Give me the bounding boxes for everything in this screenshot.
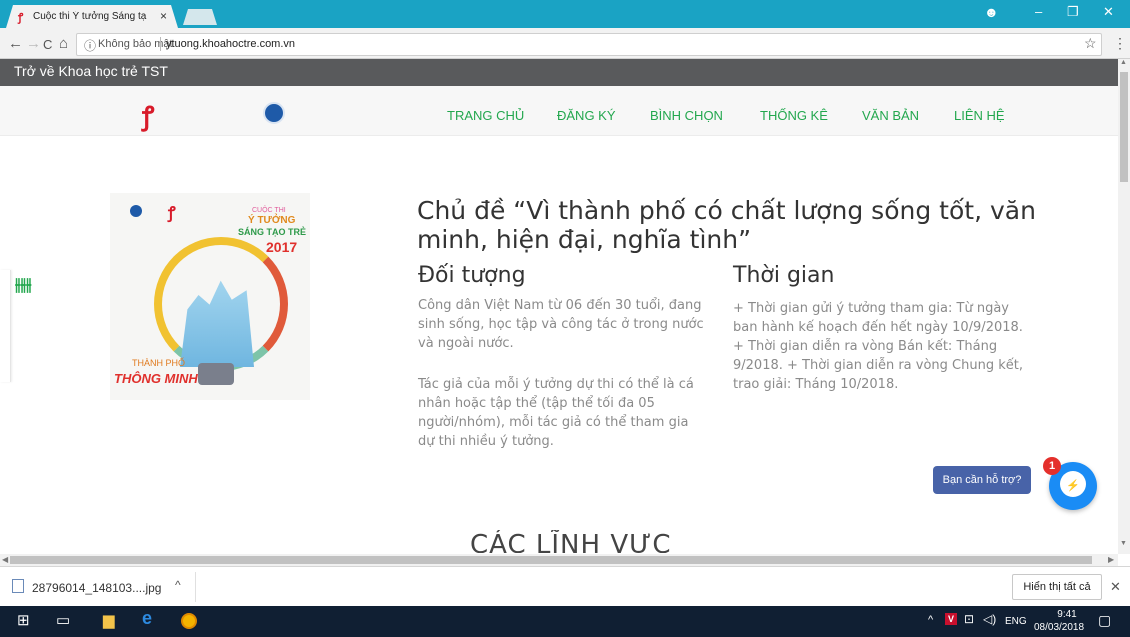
side-panel-tab[interactable] <box>0 270 11 382</box>
time-heading: Thời gian <box>733 263 835 288</box>
security-label[interactable]: Không bảo mật <box>98 38 173 50</box>
action-center-icon[interactable]: ▢ <box>1098 612 1111 629</box>
scroll-right-arrow-icon[interactable]: ▶ <box>1108 555 1114 564</box>
restore-button[interactable]: ❐ <box>1067 4 1079 20</box>
show-all-downloads-button[interactable]: Hiển thị tất cả <box>1012 574 1102 600</box>
task-view-icon[interactable]: ▭ <box>56 611 70 629</box>
home-button[interactable]: ⌂ <box>59 35 68 52</box>
download-divider <box>195 572 196 602</box>
help-button[interactable]: Bạn cần hỗ trợ? <box>933 466 1031 494</box>
forward-button[interactable]: → <box>26 35 41 52</box>
horizontal-scroll-thumb[interactable] <box>10 556 1092 564</box>
poster-city-label: THÀNH PHỐ <box>132 358 186 368</box>
youth-union-logo[interactable] <box>263 102 285 124</box>
tab-close-icon[interactable]: × <box>160 9 167 23</box>
language-indicator[interactable]: ENG <box>1005 616 1027 627</box>
time-description: + Thời gian gửi ý tưởng tham gia: Từ ngà… <box>733 301 1023 392</box>
nav-vote[interactable]: BÌNH CHỌN <box>650 108 723 123</box>
vertical-scroll-thumb[interactable] <box>1120 72 1128 182</box>
tab-favicon-icon: ꝭ <box>18 12 24 24</box>
nav-contact[interactable]: LIÊN HỆ <box>954 108 1005 123</box>
close-download-shelf-icon[interactable]: ✕ <box>1110 579 1121 595</box>
download-shelf <box>0 566 1130 607</box>
windows-taskbar <box>0 606 1130 637</box>
messenger-bolt-icon: ⚡ <box>1066 480 1080 492</box>
nav-statistics[interactable]: THỐNG KÊ <box>760 108 828 123</box>
nav-documents[interactable]: VĂN BẢN <box>862 108 919 123</box>
profile-icon[interactable]: ☻ <box>984 4 999 20</box>
file-explorer-icon[interactable]: ▆ <box>103 611 115 629</box>
address-divider <box>160 37 161 51</box>
start-icon[interactable]: ⊞ <box>17 611 30 629</box>
poster-tst-logo: ꝭ <box>168 205 176 222</box>
download-options-icon[interactable]: ^ <box>175 578 181 592</box>
image-file-icon[interactable] <box>12 579 24 593</box>
clock-time[interactable]: 9:41 <box>1050 609 1084 620</box>
edge-icon[interactable]: e <box>142 608 152 629</box>
contest-poster: ꝭ CUỘC THI Ý TƯỞNG SÁNG TẠO TRẺ 2017 THÀ… <box>110 193 310 400</box>
scroll-up-arrow-icon[interactable]: ▲ <box>1120 59 1127 66</box>
scroll-left-arrow-icon[interactable]: ◀ <box>2 555 8 564</box>
poster-creative-text: SÁNG TẠO TRẺ <box>238 227 307 237</box>
back-button[interactable]: ← <box>8 35 23 52</box>
chrome-icon[interactable] <box>181 613 197 629</box>
minimize-button[interactable]: – <box>1035 4 1042 19</box>
close-window-button[interactable]: ✕ <box>1103 4 1114 20</box>
poster-idea-text: Ý TƯỞNG <box>248 215 296 226</box>
tray-overflow-icon[interactable]: ^ <box>928 614 933 626</box>
reload-button[interactable]: C <box>43 37 52 52</box>
bookmark-star-icon[interactable]: ☆ <box>1084 35 1097 52</box>
notification-badge: 1 <box>1043 457 1061 475</box>
poster-smart-label: THÔNG MINH <box>114 371 198 386</box>
clock-date[interactable]: 08/03/2018 <box>1034 622 1084 633</box>
nav-register[interactable]: ĐĂNG KÝ <box>557 108 616 123</box>
browser-menu-icon[interactable]: ⋮ <box>1113 35 1127 52</box>
antivirus-tray-icon[interactable]: V <box>945 613 957 625</box>
fields-section-title: CÁC LĨNH VỰC <box>470 530 672 553</box>
network-icon[interactable]: ⊡ <box>964 612 974 626</box>
info-icon[interactable]: ⓘ <box>84 37 96 54</box>
back-to-site-link[interactable]: Trở về Khoa học trẻ TST <box>14 63 168 79</box>
audience-description: Công dân Việt Nam từ 06 đến 30 tuổi, đan… <box>418 298 704 351</box>
poster-year: 2017 <box>266 239 298 255</box>
scroll-down-arrow-icon[interactable]: ▼ <box>1120 540 1127 547</box>
sliders-icon[interactable]: ⫲⫲⫲ <box>15 275 32 295</box>
theme-heading: Chủ đề “Vì thành phố có chất lượng sống … <box>417 196 1036 254</box>
poster-bulb-base <box>198 363 234 385</box>
audience-heading: Đối tượng <box>418 263 526 288</box>
tab-title[interactable]: Cuộc thi Ý tưởng Sáng tạ <box>33 11 161 22</box>
nav-home[interactable]: TRANG CHỦ <box>447 108 524 123</box>
download-file-name[interactable]: 28796014_148103....jpg <box>32 581 161 595</box>
url-text[interactable]: ytuong.khoahoctre.com.vn <box>166 38 295 50</box>
new-tab-button[interactable] <box>183 9 217 25</box>
poster-union-logo <box>130 205 142 217</box>
authors-description: Tác giả của mỗi ý tưởng dự thi có thể là… <box>418 377 694 449</box>
poster-contest-text: CUỘC THI <box>252 207 286 214</box>
tst-logo[interactable]: ꝭ <box>142 97 154 133</box>
volume-icon[interactable]: ◁) <box>983 612 996 626</box>
